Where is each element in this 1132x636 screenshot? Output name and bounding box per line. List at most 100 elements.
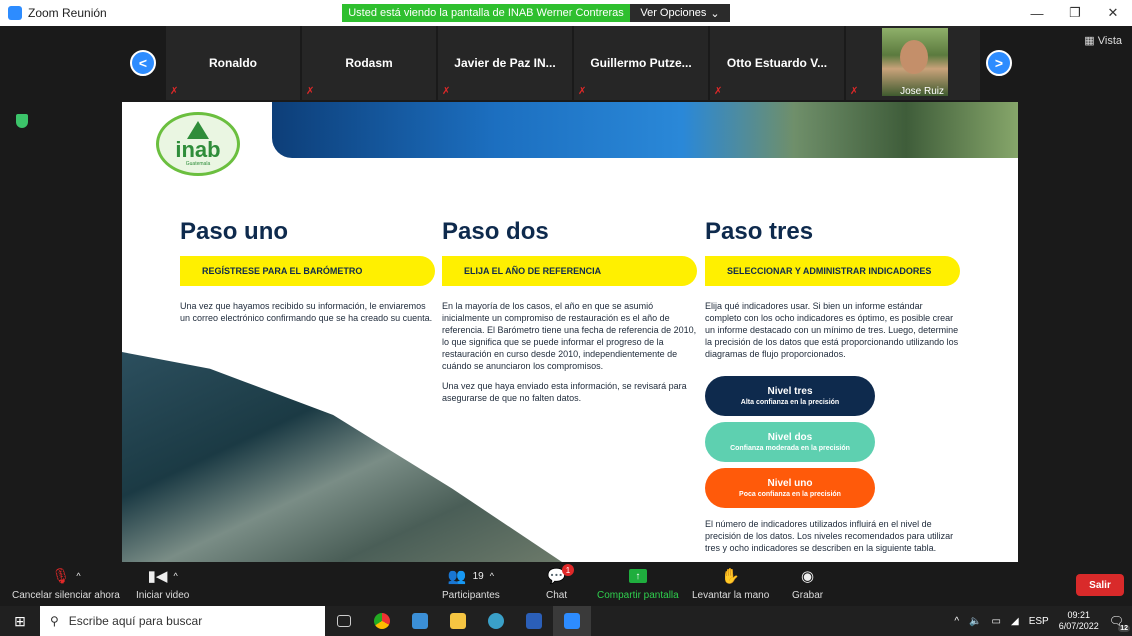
hand-icon: ✋ bbox=[721, 568, 740, 585]
view-options-button[interactable]: Ver Opciones ⌄ bbox=[630, 4, 730, 22]
participants-label: Participantes bbox=[442, 590, 500, 601]
level-title: Nivel dos bbox=[767, 432, 813, 443]
participant-name: Guillermo Putze... bbox=[590, 56, 692, 70]
level-two-badge: Nivel dos Confianza moderada en la preci… bbox=[705, 422, 875, 462]
windows-start-icon[interactable]: ⊞ bbox=[0, 606, 40, 636]
language-indicator[interactable]: ESP bbox=[1029, 616, 1049, 627]
record-icon: ◉ bbox=[801, 568, 815, 585]
task-view-icon[interactable] bbox=[325, 606, 363, 636]
file-explorer-icon[interactable] bbox=[439, 606, 477, 636]
level-title: Nivel uno bbox=[767, 478, 813, 489]
share-banner: Usted está viendo la pantalla de INAB We… bbox=[342, 4, 630, 22]
chat-label: Chat bbox=[546, 590, 568, 601]
shared-screen-document: inab Guatemala Paso uno REGÍSTRESE PARA … bbox=[122, 102, 1018, 562]
level-three-badge: Nivel tres Alta confianza en la precisió… bbox=[705, 376, 875, 416]
chevron-down-icon: ⌄ bbox=[710, 7, 720, 20]
leave-button[interactable]: Salir bbox=[1076, 574, 1124, 596]
mute-label: Cancelar silenciar ahora bbox=[12, 590, 120, 601]
participant-tile[interactable]: Rodasm ✗ bbox=[302, 26, 436, 100]
network-icon[interactable]: ◢ bbox=[1011, 616, 1019, 627]
browser-icon[interactable] bbox=[477, 606, 515, 636]
chevron-up-icon[interactable]: ^ bbox=[173, 571, 177, 581]
step-title: Paso uno bbox=[180, 218, 289, 245]
step-title: Paso dos bbox=[442, 218, 549, 245]
tree-icon bbox=[187, 121, 209, 139]
participant-tile[interactable]: Guillermo Putze... ✗ bbox=[574, 26, 708, 100]
record-button[interactable]: ◉ Grabar bbox=[792, 566, 823, 601]
level-subtitle: Poca confianza en la precisión bbox=[739, 491, 841, 498]
word-icon[interactable] bbox=[515, 606, 553, 636]
video-off-icon: ▮◀ bbox=[147, 568, 168, 585]
logo-text: inab bbox=[175, 137, 221, 162]
step-paragraph: Una vez que hayamos recibido su informac… bbox=[180, 301, 433, 323]
participant-tile[interactable]: Ronaldo ✗ bbox=[166, 26, 300, 100]
maximize-icon[interactable]: ❐ bbox=[1056, 0, 1094, 26]
participant-name: Ronaldo bbox=[209, 56, 257, 70]
step-footer-paragraph: El número de indicadores utilizados infl… bbox=[705, 519, 954, 553]
participant-tile[interactable]: Otto Estuardo V... ✗ bbox=[710, 26, 844, 100]
view-options-label: Ver Opciones bbox=[640, 7, 707, 19]
search-placeholder: Escribe aquí para buscar bbox=[68, 614, 203, 628]
search-icon: ⚲ bbox=[50, 614, 59, 628]
inab-logo: inab Guatemala bbox=[156, 112, 240, 176]
window-title: Zoom Reunión bbox=[28, 6, 107, 20]
tray-chevron-icon[interactable]: ^ bbox=[954, 616, 959, 627]
minimize-icon[interactable]: — bbox=[1018, 0, 1056, 26]
video-label: Iniciar video bbox=[136, 590, 190, 601]
view-button[interactable]: ▦ Vista bbox=[1084, 34, 1122, 47]
mic-muted-icon: 🎙 bbox=[51, 568, 71, 585]
notification-count: 12 bbox=[1118, 625, 1130, 632]
level-one-badge: Nivel uno Poca confianza en la precisión bbox=[705, 468, 875, 508]
chevron-up-icon[interactable]: ^ bbox=[490, 571, 494, 581]
security-shield-icon[interactable] bbox=[16, 114, 28, 128]
mute-button[interactable]: 🎙 ^ Cancelar silenciar ahora bbox=[12, 566, 120, 601]
clock[interactable]: 09:21 6/07/2022 bbox=[1059, 610, 1099, 632]
chrome-icon[interactable] bbox=[363, 606, 401, 636]
participant-face bbox=[900, 40, 928, 74]
share-screen-icon: ↑ bbox=[628, 569, 647, 583]
system-tray: ^ 🔈 ▭ ◢ ESP 09:21 6/07/2022 🗨 12 bbox=[954, 606, 1132, 636]
level-subtitle: Alta confianza en la precisión bbox=[740, 399, 840, 406]
chevron-up-icon[interactable]: ^ bbox=[76, 571, 80, 581]
step-two-column: Paso dos ELIJA EL AÑO DE REFERENCIA En l… bbox=[442, 218, 697, 404]
view-label: Vista bbox=[1097, 35, 1122, 47]
logo-subtext: Guatemala bbox=[185, 161, 211, 167]
step-paragraph: Elija qué indicadores usar. Si bien un i… bbox=[705, 301, 959, 359]
share-label: Compartir pantalla bbox=[597, 590, 679, 601]
volume-icon[interactable]: 🔈 bbox=[969, 616, 981, 627]
mic-muted-icon: ✗ bbox=[442, 86, 451, 97]
mic-muted-icon: ✗ bbox=[714, 86, 723, 97]
next-page-button[interactable]: > bbox=[986, 50, 1012, 76]
step-pill: ELIJA EL AÑO DE REFERENCIA bbox=[442, 256, 697, 286]
participants-button[interactable]: 👥 19 ^ Participantes bbox=[442, 566, 500, 601]
step-paragraph: Una vez que haya enviado esta informació… bbox=[442, 381, 687, 403]
participants-icon: 👥 bbox=[447, 568, 467, 585]
zoom-taskbar-icon[interactable] bbox=[553, 606, 591, 636]
step-pill: REGÍSTRESE PARA EL BARÓMETRO bbox=[180, 256, 435, 286]
participant-name: Rodasm bbox=[345, 56, 393, 70]
participant-tile[interactable]: Javier de Paz IN... ✗ bbox=[438, 26, 572, 100]
windows-taskbar: ⊞ ⚲ Escribe aquí para buscar ^ 🔈 ▭ ◢ ESP… bbox=[0, 606, 1132, 636]
participant-video-tile[interactable]: ✗ Jose Ruiz bbox=[846, 26, 980, 100]
battery-icon[interactable]: ▭ bbox=[992, 616, 1001, 627]
share-screen-button[interactable]: ↑ Compartir pantalla bbox=[597, 566, 679, 601]
prev-page-button[interactable]: < bbox=[130, 50, 156, 76]
raise-hand-button[interactable]: ✋ Levantar la mano bbox=[692, 566, 769, 601]
close-icon[interactable]: ✕ bbox=[1094, 0, 1132, 26]
start-video-button[interactable]: ▮◀ ^ Iniciar video bbox=[136, 566, 189, 601]
taskbar-search[interactable]: ⚲ Escribe aquí para buscar bbox=[40, 606, 325, 636]
participant-name: Jose Ruiz bbox=[900, 86, 944, 97]
app-icon[interactable] bbox=[401, 606, 439, 636]
step-one-column: Paso uno REGÍSTRESE PARA EL BARÓMETRO Un… bbox=[180, 218, 435, 324]
clock-time: 09:21 bbox=[1067, 610, 1090, 620]
step-paragraph: En la mayoría de los casos, el año en qu… bbox=[442, 301, 697, 371]
participant-name: Javier de Paz IN... bbox=[454, 56, 556, 70]
meeting-toolbar: 🎙 ^ Cancelar silenciar ahora ▮◀ ^ Iniciar … bbox=[0, 562, 1132, 606]
level-subtitle: Confianza moderada en la precisión bbox=[730, 445, 850, 452]
participant-strip: Ronaldo ✗ Rodasm ✗ Javier de Paz IN... ✗… bbox=[166, 26, 982, 100]
window-controls: — ❐ ✕ bbox=[1018, 0, 1132, 26]
meeting-area: < Ronaldo ✗ Rodasm ✗ Javier de Paz IN...… bbox=[0, 26, 1132, 562]
record-label: Grabar bbox=[792, 590, 824, 601]
notification-icon[interactable]: 🗨 12 bbox=[1109, 614, 1130, 632]
participant-name: Otto Estuardo V... bbox=[726, 56, 828, 70]
